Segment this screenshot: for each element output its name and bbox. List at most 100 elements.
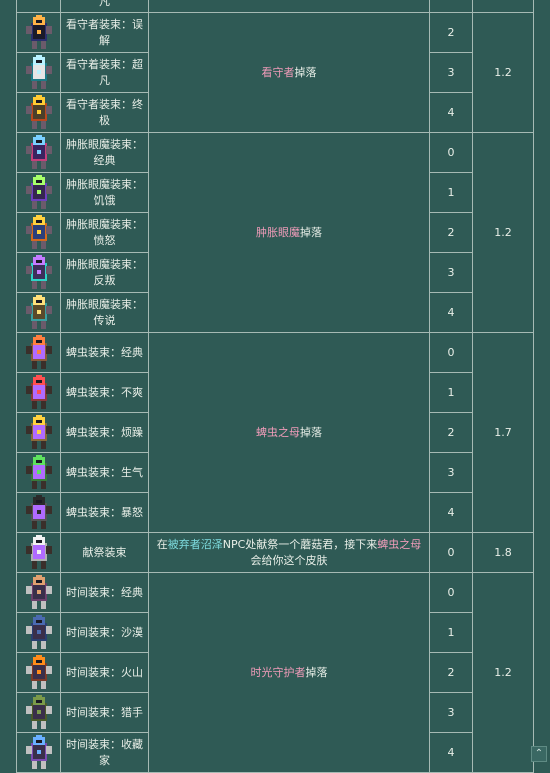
skin-icon	[16, 52, 61, 93]
boss-name-link[interactable]: 蜱虫之母	[256, 426, 300, 439]
skin-sprite-icon	[25, 414, 52, 449]
rate-cell: 1.7	[472, 332, 534, 533]
skin-name: 蜱虫装束：不爽	[60, 372, 149, 413]
skin-sprite-icon	[25, 14, 52, 49]
skin-name: 献祭装束	[60, 532, 149, 573]
skin-name: 看守者装束：误解	[60, 12, 149, 53]
skin-icon	[16, 652, 61, 693]
skin-name: 时间装束：沙漠	[60, 612, 149, 653]
skin-sprite-icon	[25, 334, 52, 369]
level-cell: 0	[429, 532, 473, 573]
rate-cell	[472, 0, 534, 13]
rate-cell: 1.2	[472, 572, 534, 773]
level-cell: 4	[429, 292, 473, 333]
level-cell: 4	[429, 732, 473, 773]
skin-sprite-icon	[25, 694, 52, 729]
skin-name: 蜱虫装束：生气	[60, 452, 149, 493]
skins-table: 凡 看守者装束：误解 看守者掉落 2 1.2 看守着装束：超凡 3 看守者装束：…	[16, 0, 534, 773]
skin-icon	[16, 12, 61, 53]
scroll-to-top-button[interactable]: ⌃	[531, 746, 547, 762]
boss-name-link[interactable]: 肿胀眼魔	[256, 226, 300, 239]
skin-name: 看守着装束：超凡	[60, 52, 149, 93]
skin-name: 蜱虫装束：暴怒	[60, 492, 149, 533]
source-suffix: 掉落	[294, 65, 317, 79]
skin-sprite-icon	[25, 254, 52, 289]
level-cell: 2	[429, 412, 473, 453]
boss-name-link[interactable]: 蜱虫之母	[377, 538, 421, 551]
skin-icon	[16, 332, 61, 373]
skin-icon	[16, 412, 61, 453]
level-cell: 2	[429, 212, 473, 253]
skin-icon	[16, 532, 61, 573]
level-cell: 1	[429, 172, 473, 213]
table-row: 凡	[16, 0, 534, 13]
skin-icon	[16, 92, 61, 133]
level-cell: 0	[429, 132, 473, 173]
source-text: 会给你这个皮肤	[250, 553, 328, 567]
skin-name: 肿胀眼魔装束：传说	[60, 292, 149, 333]
skin-sprite-icon	[25, 574, 52, 609]
skin-sprite-icon	[25, 534, 52, 569]
level-cell: 3	[429, 692, 473, 733]
skin-icon	[16, 292, 61, 333]
rate-cell: 1.2	[472, 132, 534, 333]
level-cell: 2	[429, 652, 473, 693]
skin-sprite-icon	[25, 454, 52, 489]
skin-sprite-icon	[25, 174, 52, 209]
skins-table-container: 凡 看守者装束：误解 看守者掉落 2 1.2 看守着装束：超凡 3 看守者装束：…	[16, 0, 534, 773]
boss-name-link[interactable]: 时光守护者	[251, 666, 306, 679]
level-cell: 3	[429, 452, 473, 493]
level-cell: 0	[429, 332, 473, 373]
skin-icon	[16, 252, 61, 293]
skin-name: 看守者装束：终极	[60, 92, 149, 133]
level-cell	[429, 0, 473, 13]
skin-name: 蜱虫装束：烦躁	[60, 412, 149, 453]
level-cell: 4	[429, 492, 473, 533]
table-row: 肿胀眼魔装束：经典 肿胀眼魔掉落 0 1.2	[16, 132, 534, 333]
level-cell: 1	[429, 372, 473, 413]
skin-sprite-icon	[25, 134, 52, 169]
rate-cell: 1.2	[472, 12, 534, 133]
skin-name: 蜱虫装束：经典	[60, 332, 149, 373]
source-suffix: 掉落	[305, 665, 328, 679]
source-cell: 在被弃者沼泽NPC处献祭一个蘑菇君，接下来蜱虫之母会给你这个皮肤	[148, 532, 430, 573]
table-row: 蜱虫装束：经典 蜱虫之母掉落 0 1.7	[16, 332, 534, 533]
skin-name: 肿胀眼魔装束：愤怒	[60, 212, 149, 253]
skin-sprite-icon	[25, 94, 52, 129]
skin-name: 时间装束：猎手	[60, 692, 149, 733]
source-cell: 肿胀眼魔掉落	[148, 132, 430, 333]
skin-sprite-icon	[25, 734, 52, 769]
table-row: 时间装束：经典 时光守护者掉落 0 1.2	[16, 572, 534, 773]
skin-sprite-icon	[25, 54, 52, 89]
level-cell: 3	[429, 252, 473, 293]
skin-sprite-icon	[25, 654, 52, 689]
skin-name: 时间装束：火山	[60, 652, 149, 693]
skin-icon	[16, 132, 61, 173]
source-cell: 看守者掉落	[148, 12, 430, 133]
skin-name: 时间装束：收藏家	[60, 732, 149, 773]
skin-sprite-icon	[25, 494, 52, 529]
skin-icon	[16, 212, 61, 253]
skin-icon	[16, 692, 61, 733]
skin-name: 凡	[60, 0, 149, 13]
level-cell: 3	[429, 52, 473, 93]
skin-name: 时间装束：经典	[60, 572, 149, 613]
skin-sprite-icon	[25, 294, 52, 329]
skin-icon	[16, 492, 61, 533]
skin-name: 肿胀眼魔装束：反叛	[60, 252, 149, 293]
skin-icon	[16, 612, 61, 653]
source-cell: 时光守护者掉落	[148, 572, 430, 773]
skin-name: 肿胀眼魔装束：经典	[60, 132, 149, 173]
skin-icon	[16, 0, 61, 13]
location-link[interactable]: 被弃者沼泽	[168, 538, 223, 551]
level-cell: 4	[429, 92, 473, 133]
skin-icon	[16, 452, 61, 493]
table-row: 看守者装束：误解 看守者掉落 2 1.2	[16, 12, 534, 133]
boss-name-link[interactable]: 看守者	[262, 66, 295, 79]
source-suffix: 掉落	[300, 425, 322, 439]
level-cell: 0	[429, 572, 473, 613]
source-cell	[148, 0, 430, 13]
skin-icon	[16, 172, 61, 213]
skin-sprite-icon	[25, 614, 52, 649]
skin-icon	[16, 372, 61, 413]
